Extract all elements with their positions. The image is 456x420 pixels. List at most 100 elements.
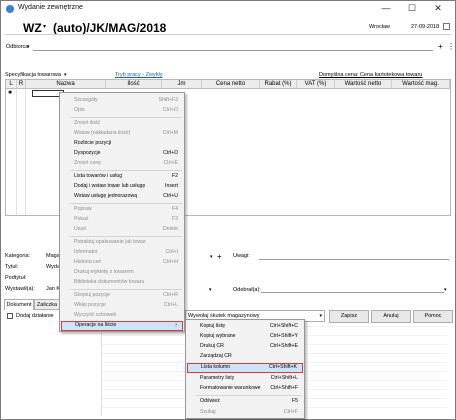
list-operations-submenu: Kopiuj listę Ctrl+Shift+C Kopiuj wybrane C… [185,319,305,419]
spec-label[interactable]: Specyfikacja towarowa [5,72,61,78]
chevron-down-icon[interactable]: ▾ [209,287,212,293]
menu-item-dispositions[interactable]: Dyspozycje Ctrl+D [60,149,184,158]
col-header-discount[interactable]: Rabat (%) [260,80,297,89]
menu-item-list-operations[interactable]: Operacje na liście › [61,321,183,331]
tab-advance[interactable]: Zaliczka [34,299,60,310]
save-button[interactable]: Zapisz [329,310,369,323]
default-price-link[interactable]: Domyślna cena: Cena kartotekowa towaru [319,72,422,78]
chevron-down-icon: ▾ [64,72,67,78]
notes-field[interactable] [259,252,449,260]
col-header-vat[interactable]: VAT (%) [297,80,335,89]
col-header-l[interactable]: L [6,80,17,89]
title-label: Tytuł: [5,264,19,270]
category-value[interactable]: Maga [46,253,60,259]
issuer-label: Wystawił(a): [5,286,35,292]
col-header-r[interactable]: R [17,80,26,89]
title-value[interactable]: Wyda [46,264,60,270]
add-icon[interactable]: + [217,252,222,261]
chevron-down-icon: ▾ [43,24,47,30]
doc-type-dropdown[interactable]: WZ [23,21,42,35]
tab-advance-label: Zaliczka [36,302,58,308]
header-divider [5,34,451,35]
recipient-field[interactable] [33,43,433,51]
menu-item-one-time-service[interactable]: Wstaw usługę jednorazową Ctrl+U [60,192,184,201]
menu-item-treat-packaging[interactable]: Potraktuj opakowanie jak towar [60,238,184,247]
help-button[interactable]: Pomoc [413,310,453,323]
menu-item-doc-library[interactable]: Biblioteka dokumentów towaru [60,278,184,287]
menu-item-goods-list[interactable]: Lista towarów i usług F2 [60,172,184,181]
recipient-label[interactable]: Odbiorca [6,44,28,50]
menu-item-print-label[interactable]: Drukuj etykietę z towarem [60,268,184,277]
chevron-right-icon: › [175,322,177,328]
menu-separator [70,289,182,290]
submenu-item-manage-cr[interactable]: Zarządzaj CR [186,352,304,361]
close-button[interactable]: ✕ [425,1,451,17]
add-action-label[interactable]: Dodaj działanie [16,313,54,319]
receiver-label: Odebrał(a): [233,287,261,293]
menu-separator [70,170,182,171]
menu-item-copy-positions[interactable]: Skopiuj pozycje Ctrl+R [60,291,184,300]
col-header-unit[interactable]: Jm [162,80,202,89]
minimize-button[interactable]: — [373,1,399,17]
new-row-marker: ✱ [8,90,13,96]
tab-document[interactable]: Dokument [4,299,34,310]
context-menu: Szczegóły Shift+F3 Opis Ctrl+O Zmień ilość… [59,92,185,332]
menu-item-change-price[interactable]: Zmień cenę Ctrl+E [60,159,184,168]
work-mode-link[interactable]: Tryb pracy - Zwykły [115,72,162,78]
menu-item-change-quantity[interactable]: Zmień ilość [60,119,184,128]
window-title: Wydanie zewnętrzne [18,4,83,11]
menu-item-delete[interactable]: Usuń Delete [60,225,184,234]
col-header-net-price[interactable]: Cena netto [202,80,260,89]
menu-item-edit[interactable]: Popraw F4 [60,205,184,214]
title-bar: Wydanie zewnętrzne — ☐ ✕ [1,1,455,17]
menu-item-add-goods[interactable]: Dodaj i wstaw towar lub usługę Insert [60,182,184,191]
col-header-name[interactable]: Nazwa [26,80,106,89]
submenu-item-print-cr[interactable]: Drukuj CR Ctrl+Shift+E [186,342,304,351]
menu-item-paste-positions[interactable]: Wklej pozycje Ctrl+L [60,301,184,310]
doc-number[interactable]: (auto)/JK/MAG/2018 [53,21,166,35]
col-header-net-value[interactable]: Wartość netto [335,80,392,89]
col-header-quantity[interactable]: Ilość [106,80,162,89]
maximize-button[interactable]: ☐ [399,1,425,17]
app-root: Wydanie zewnętrzne — ☐ ✕ WZ ▾ (auto)/JK/… [0,0,456,420]
menu-separator [70,117,182,118]
menu-item-details[interactable]: Szczegóły Shift+F3 [60,96,184,105]
submenu-item-copy-selected[interactable]: Kopiuj wybrane Ctrl+Shift+Y [186,332,304,341]
menu-item-description[interactable]: Opis Ctrl+O [60,106,184,115]
tab-document-label: Dokument [6,302,32,308]
menu-item-split-position[interactable]: Rozbicie pozycji [60,139,184,148]
chevron-down-icon: ▾ [319,313,322,319]
menu-separator [70,203,182,204]
menu-item-show[interactable]: Pokaż F3 [60,215,184,224]
col-header-stock-value[interactable]: Wartość mag. [392,80,450,89]
app-icon [6,5,14,13]
date-field[interactable]: 27-09-2018 [411,24,439,30]
submenu-item-copy-list[interactable]: Kopiuj listę Ctrl+Shift+C [186,322,304,331]
signature-label: Podtytuł: [5,275,27,281]
menu-item-informer[interactable]: Informator Ctrl+I [60,248,184,257]
submenu-item-search[interactable]: Szukaj Ctrl+F [186,408,304,417]
cancel-button[interactable]: Anuluj [371,310,411,323]
chevron-down-icon[interactable]: ▾ [210,254,213,260]
submenu-item-column-list[interactable]: Lista kolumn Ctrl+Shift+K [187,363,303,373]
window: Wydanie zewnętrzne — ☐ ✕ WZ ▾ (auto)/JK/… [0,0,456,420]
chevron-down-icon[interactable]: ▾ [444,287,447,293]
submenu-item-list-parameters[interactable]: Parametry listy Ctrl+Shift+L [186,374,304,383]
city-field[interactable]: Wrocław [369,24,390,30]
add-action-checkbox[interactable] [7,313,13,319]
submenu-item-refresh[interactable]: Odśwież F5 [186,397,304,406]
category-label: Kategoria: [5,253,31,259]
add-icon[interactable]: + [438,42,443,51]
calendar-icon[interactable] [443,23,450,30]
menu-item-insert-quantity[interactable]: Wstaw (nakładana ilość) Ctrl+M [60,129,184,138]
col-divider [16,89,17,215]
issuer-value[interactable]: Jan K [46,286,60,292]
menu-item-price-history[interactable]: Historia cen Ctrl+H [60,258,184,267]
receiver-field[interactable] [261,285,444,293]
menu-item-clear-clipboard[interactable]: Wyczyść schowek [60,311,184,320]
menu-separator [196,395,302,396]
more-icon[interactable]: ⋮ [447,42,455,51]
submenu-item-conditional-format[interactable]: Formatowanie warunkowe Ctrl+Shift+F [186,384,304,393]
col-divider [25,89,26,215]
notes-label: Uwagi: [233,253,250,259]
